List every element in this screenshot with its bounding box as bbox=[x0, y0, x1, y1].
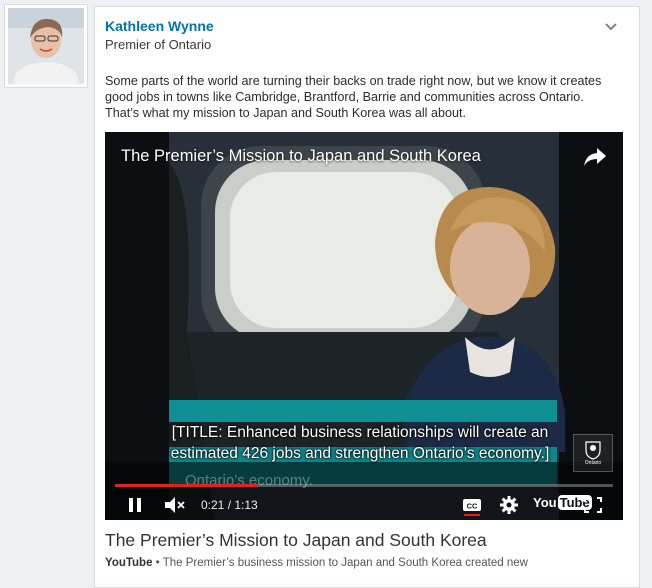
svg-text:CC: CC bbox=[467, 502, 478, 511]
chevron-down-icon[interactable] bbox=[603, 19, 619, 35]
crest-text: Ontario bbox=[584, 460, 602, 466]
fullscreen-icon[interactable] bbox=[583, 494, 603, 516]
author-avatar-card[interactable] bbox=[4, 4, 88, 88]
video-caption: [TITLE: Enhanced business relationships … bbox=[125, 422, 595, 464]
post-card: Kathleen Wynne Premier of Ontario Some p… bbox=[94, 6, 640, 588]
settings-gear-icon[interactable] bbox=[499, 494, 519, 516]
mute-icon[interactable] bbox=[163, 494, 187, 516]
share-icon[interactable] bbox=[583, 146, 607, 168]
crest-icon bbox=[585, 441, 601, 460]
video-progress-bar[interactable] bbox=[115, 484, 613, 487]
post-text: Some parts of the world are turning thei… bbox=[105, 74, 602, 120]
video-title[interactable]: The Premier’s Mission to Japan and South… bbox=[121, 147, 481, 166]
author-title: Premier of Ontario bbox=[105, 37, 212, 52]
video-progress-fill bbox=[115, 484, 259, 487]
caption-line-2: estimated 426 jobs and strengthen Ontari… bbox=[170, 445, 550, 462]
link-source: YouTube bbox=[105, 557, 153, 569]
link-preview-description: YouTube • The Premier’s business mission… bbox=[105, 557, 528, 569]
caption-line-1: [TITLE: Enhanced business relationships … bbox=[171, 424, 549, 441]
video-time: 0:21 / 1:13 bbox=[201, 498, 258, 512]
avatar[interactable] bbox=[8, 8, 84, 84]
closed-captions-icon[interactable]: CC bbox=[462, 494, 482, 516]
link-preview-title[interactable]: The Premier’s Mission to Japan and South… bbox=[105, 530, 487, 551]
ontario-crest-watermark: Ontario bbox=[573, 434, 613, 472]
cc-active-indicator bbox=[464, 514, 480, 516]
link-separator: • bbox=[152, 557, 163, 569]
author-name[interactable]: Kathleen Wynne bbox=[105, 18, 214, 34]
pause-icon[interactable] bbox=[127, 494, 143, 516]
youtube-logo-you: You bbox=[533, 495, 557, 510]
video-controls: 0:21 / 1:13 CC You Tube bbox=[105, 490, 623, 520]
link-description-text: The Premier’s business mission to Japan … bbox=[162, 557, 528, 569]
video-player[interactable]: The Premier’s Mission to Japan and South… bbox=[105, 132, 623, 520]
